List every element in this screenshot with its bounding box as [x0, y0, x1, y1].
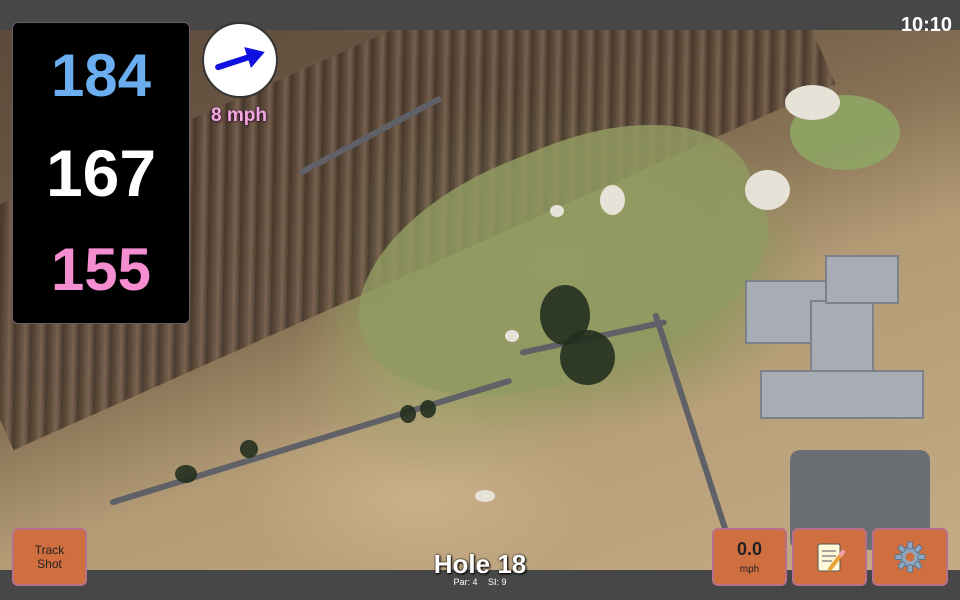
hole-info: Par: 4 SI: 9 — [380, 577, 580, 587]
tree — [420, 400, 436, 418]
clubhouse — [760, 370, 924, 419]
speed-unit: mph — [739, 564, 760, 575]
settings-button[interactable] — [872, 528, 948, 586]
cart-path — [109, 377, 513, 506]
track-shot-label: Track — [34, 543, 65, 557]
bunker — [505, 330, 519, 342]
distance-panel: 184 167 155 — [12, 22, 190, 324]
bunker — [600, 185, 625, 215]
track-shot-label: Shot — [37, 557, 62, 571]
bunker — [785, 85, 840, 120]
tree — [400, 405, 416, 423]
track-shot-button[interactable]: Track Shot — [12, 528, 87, 586]
hole-title[interactable]: Hole 18 — [380, 549, 580, 580]
gear-icon — [894, 541, 926, 573]
bunker — [550, 205, 564, 217]
clock: 10:10 — [900, 14, 952, 36]
hole-stroke-index: SI: 9 — [488, 577, 507, 587]
bunker — [475, 490, 495, 502]
speed-button[interactable]: 0.0 mph — [712, 528, 787, 586]
wind-arrow-icon — [215, 47, 265, 71]
bunker — [745, 170, 790, 210]
notes-button[interactable] — [792, 528, 867, 586]
wind-indicator — [202, 22, 278, 98]
clubhouse — [825, 255, 899, 304]
cart-path — [652, 312, 733, 543]
distance-middle: 167 — [45, 136, 157, 210]
notepad-icon — [817, 543, 845, 572]
distance-front: 155 — [50, 236, 152, 303]
wind-speed: 8 mph — [211, 105, 267, 126]
hole-par: Par: 4 — [453, 577, 478, 587]
tree — [175, 465, 197, 483]
tree — [560, 330, 615, 385]
distance-back: 184 — [50, 42, 152, 109]
tree — [240, 440, 258, 458]
speed-value: 0.0 — [736, 539, 763, 559]
